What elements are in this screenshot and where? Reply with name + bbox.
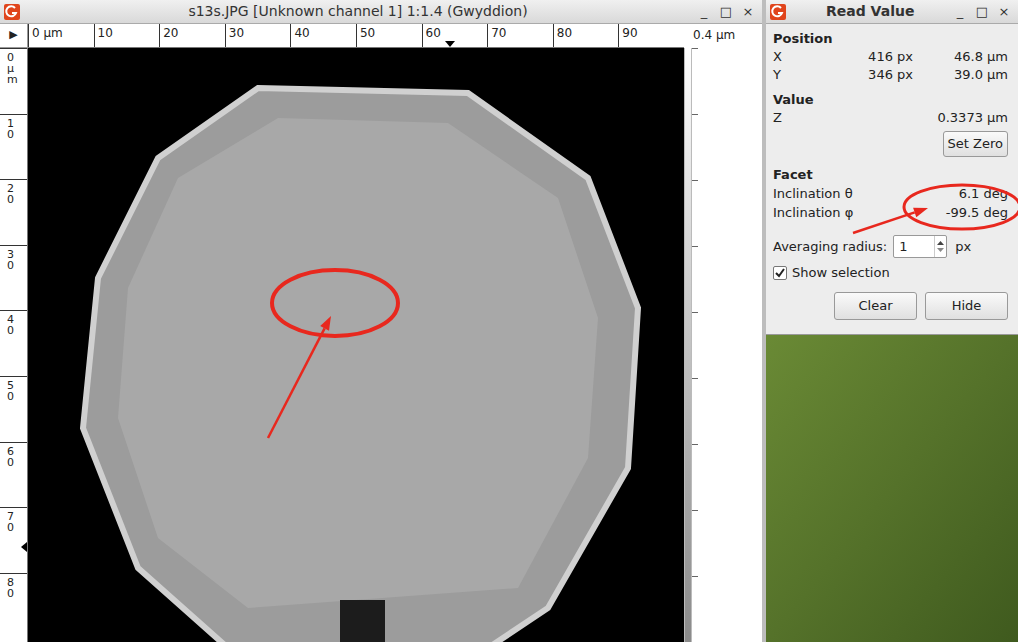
color-bar [684,48,692,642]
position-heading: Position [773,30,1008,48]
coin-photo [28,48,684,642]
averaging-row: Averaging radius: 1 px [773,235,1008,258]
vertical-ruler: 0 µm1020304050607080 [0,48,28,642]
right-column: Read Value_ □ × PositionX416 px46.8 µmY346 … [766,0,1018,642]
window-controls: _ □ × [952,3,1018,21]
gwyddion-icon [4,4,20,20]
show-selection-row[interactable]: Show selection [773,264,1008,282]
window-control[interactable]: × [740,3,756,21]
position-row: Y346 px39.0 µm [773,66,1008,84]
corner-button[interactable]: ▶ [0,24,28,48]
button-row: Clear Hide [773,292,1008,320]
data-window: s13s.JPG [Unknown channel 1] 1:1.4 (Gwyd… [0,0,762,642]
annotation-ellipse [272,270,398,336]
value-row: Z0.3373 µm [773,109,1008,127]
window-control[interactable]: □ [974,3,990,21]
dialog-button[interactable]: Hide [925,292,1008,320]
show-selection-checkbox[interactable] [773,266,787,280]
horizontal-ruler: 0 µm102030405060708090 [28,24,684,48]
image-view[interactable] [28,48,684,642]
averaging-label: Averaging radius: [773,237,887,257]
window-title: s13s.JPG [Unknown channel 1] 1:1.4 (Gwyd… [20,1,696,22]
annotation-ellipse [904,185,1018,229]
read-value-window: Read Value_ □ × PositionX416 px46.8 µmY346 … [766,0,1018,335]
averaging-spin[interactable]: 1 [893,235,947,258]
title-bar: Read Value_ □ × [766,0,1018,24]
ruler-tick: 90 [618,24,684,47]
title-bar: s13s.JPG [Unknown channel 1] 1:1.4 (Gwyd… [0,0,762,24]
ruler-tick: 50 [0,376,27,442]
cursor-marker-icon [445,41,455,47]
gwyddion-icon [770,4,786,20]
ruler-tick: 10 [94,24,160,47]
window-controls: _ □ × [696,3,762,21]
ruler-tick: 60 [422,24,488,47]
facet-row: Inclination θ6.1 deg [773,184,1008,203]
cursor-marker-icon [21,542,27,552]
view-body: 0 µm1020304050607080 [0,48,762,642]
color-bar-ticks [692,48,762,642]
window-control[interactable]: × [996,3,1012,21]
dialog-button[interactable]: Clear [834,292,917,320]
ruler-tick: 40 [0,310,27,376]
arrow-head-icon [320,316,331,331]
spin-down-icon[interactable] [937,248,944,252]
arrow-head-icon [913,208,928,218]
averaging-unit: px [955,237,971,257]
facet-heading: Facet [773,166,1008,184]
color-scale-max: 0.4 µm [684,24,762,48]
position-row: X416 px46.8 µm [773,48,1008,66]
desktop: s13s.JPG [Unknown channel 1] 1:1.4 (Gwyd… [0,0,1018,642]
ruler-tick: 0 µm [28,24,94,47]
ruler-tick: 40 [290,24,356,47]
window-control[interactable]: □ [718,3,734,21]
ruler-tick: 30 [225,24,291,47]
ruler-tick: 60 [0,442,27,508]
ruler-tick: 70 [0,507,27,573]
value-heading: Value [773,91,1008,109]
ruler-tick: 50 [356,24,422,47]
ruler-tick: 70 [487,24,553,47]
ruler-tick: 20 [0,179,27,245]
set-zero-button[interactable]: Set Zero [943,131,1008,157]
read-value-content: PositionX416 px46.8 µmY346 px39.0 µm Valu… [766,24,1018,320]
facet-row: Inclination φ-99.5 deg [773,203,1008,222]
window-control[interactable]: _ [696,3,712,21]
spin-up-icon[interactable] [937,241,944,245]
window-title: Read Value [786,1,952,22]
ruler-tick: 0 µm [0,48,27,114]
annotation-overlay [0,0,1018,642]
check-icon [775,268,785,278]
ruler-tick: 10 [0,114,27,180]
desktop-wallpaper [766,335,1018,642]
ruler-tick: 80 [0,573,27,639]
ruler-tick: 30 [0,245,27,311]
ruler-tick: 80 [553,24,619,47]
ruler-row: ▶0 µm1020304050607080900.4 µm [0,24,762,48]
window-control[interactable]: _ [952,3,968,21]
ruler-tick: 20 [159,24,225,47]
